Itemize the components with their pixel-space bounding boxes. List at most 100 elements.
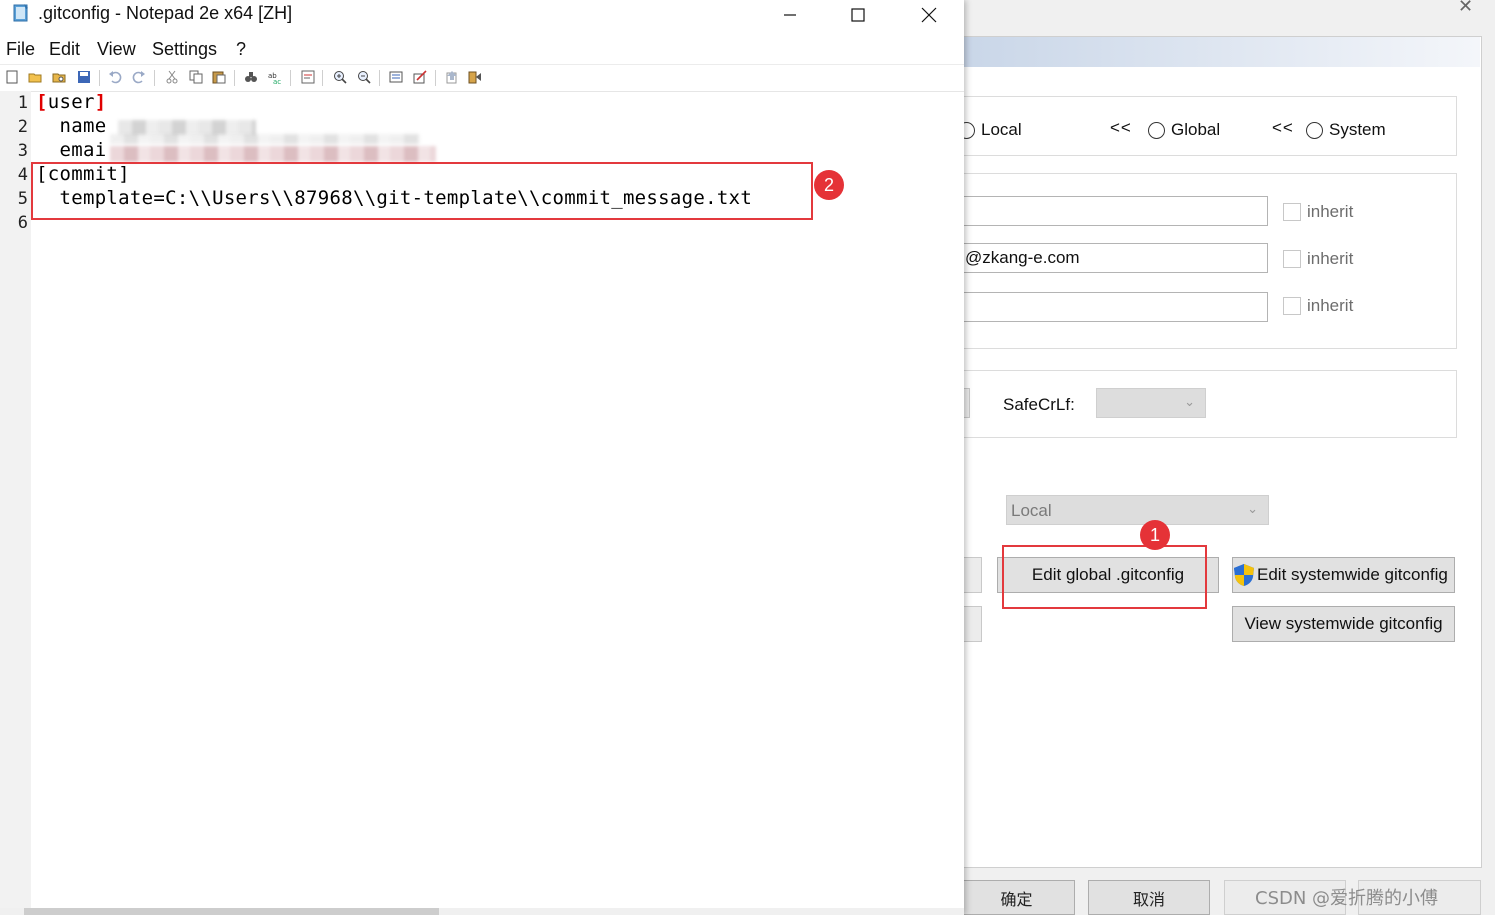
customize-scheme-icon[interactable] bbox=[413, 70, 427, 84]
email-field[interactable]: @zkang-e.com bbox=[962, 243, 1268, 273]
safecrlf-select[interactable]: ⌄ bbox=[1096, 388, 1206, 418]
line-number: 3 bbox=[17, 141, 28, 161]
config-source-select[interactable]: Local ⌄ bbox=[1006, 495, 1269, 525]
email-value: @zkang-e.com bbox=[965, 248, 1080, 267]
name-inherit-label: inherit bbox=[1307, 202, 1354, 221]
config-source-value: Local bbox=[1011, 501, 1052, 520]
name-field[interactable] bbox=[962, 196, 1268, 226]
email-inherit-box[interactable] bbox=[1283, 250, 1301, 268]
redacted-email-overlay bbox=[110, 134, 420, 144]
copy-icon[interactable] bbox=[189, 70, 203, 84]
word-wrap-icon[interactable] bbox=[301, 70, 315, 84]
annotation-box-2 bbox=[31, 162, 813, 220]
safecrlf-label: SafeCrLf: bbox=[1003, 395, 1075, 414]
toolbar-separator bbox=[322, 70, 323, 86]
replace-icon[interactable]: abac bbox=[268, 70, 282, 84]
find-icon[interactable] bbox=[244, 70, 258, 84]
scope-arrow-2: << bbox=[1272, 118, 1294, 137]
dialog-titlebar bbox=[960, 0, 1495, 24]
name-inherit-box[interactable] bbox=[1283, 203, 1301, 221]
code-line-1-text: user bbox=[47, 91, 95, 113]
radio-system-circle[interactable] bbox=[1306, 121, 1323, 139]
dialog-close-icon[interactable]: ✕ bbox=[1458, 0, 1473, 17]
close-button[interactable] bbox=[894, 0, 964, 30]
svg-text:ac: ac bbox=[273, 78, 281, 84]
radio-global[interactable]: Global bbox=[1148, 120, 1220, 140]
toolbar-separator bbox=[99, 70, 100, 86]
window-title: .gitconfig - Notepad 2e x64 [ZH] bbox=[38, 3, 293, 23]
toolbar: ab ac bbox=[0, 64, 964, 92]
signingkey-inherit-box[interactable] bbox=[1283, 297, 1301, 315]
settings-panel bbox=[960, 36, 1482, 868]
new-file-icon[interactable] bbox=[5, 70, 19, 84]
cancel-label: 取消 bbox=[1132, 889, 1165, 909]
close-icon bbox=[921, 7, 937, 23]
save-icon[interactable] bbox=[77, 70, 91, 84]
toolbar-separator bbox=[435, 70, 436, 86]
notepad-app-icon bbox=[13, 4, 28, 22]
view-local-button-edge[interactable] bbox=[962, 606, 982, 642]
notepad2-window: .gitconfig - Notepad 2e x64 [ZH] File Ed… bbox=[0, 0, 964, 915]
uac-shield-icon bbox=[1234, 564, 1254, 586]
edit-systemwide-gitconfig-button[interactable]: Edit systemwide gitconfig bbox=[1232, 557, 1455, 593]
annotation-box-1 bbox=[1002, 545, 1207, 609]
toolbar-separator bbox=[234, 70, 235, 86]
code-line-1[interactable]: [user] bbox=[36, 91, 106, 113]
exit-icon[interactable] bbox=[468, 70, 482, 84]
undo-icon[interactable] bbox=[108, 70, 122, 84]
view-system-label: View systemwide gitconfig bbox=[1244, 614, 1443, 633]
menu-file[interactable]: File bbox=[6, 39, 35, 60]
horizontal-scrollbar-thumb[interactable] bbox=[24, 908, 439, 915]
radio-system[interactable]: System bbox=[1306, 120, 1386, 140]
toolbar-separator bbox=[154, 70, 155, 86]
name-inherit-checkbox[interactable]: inherit bbox=[1283, 202, 1353, 222]
annotation-badge-1: 1 bbox=[1140, 520, 1170, 550]
menu-help[interactable]: ? bbox=[236, 39, 246, 60]
signingkey-inherit-checkbox[interactable]: inherit bbox=[1283, 296, 1353, 316]
chevron-down-icon: ⌄ bbox=[1247, 501, 1258, 516]
cut-icon[interactable] bbox=[165, 70, 179, 84]
cancel-button[interactable]: 取消 bbox=[1088, 880, 1210, 915]
line-number: 6 bbox=[17, 213, 28, 233]
radio-local[interactable]: Local bbox=[958, 120, 1022, 140]
bracket-match-open: [ bbox=[36, 91, 48, 113]
redacted-email bbox=[110, 146, 436, 162]
radio-global-label: Global bbox=[1171, 120, 1221, 139]
ok-label: 确定 bbox=[1000, 889, 1033, 909]
code-line-2[interactable]: name bbox=[36, 115, 106, 137]
always-on-top-icon[interactable] bbox=[445, 70, 459, 84]
scheme-icon[interactable] bbox=[389, 70, 403, 84]
open-folder-icon[interactable] bbox=[28, 70, 42, 84]
zoom-in-icon[interactable] bbox=[333, 70, 347, 84]
view-systemwide-gitconfig-button[interactable]: View systemwide gitconfig bbox=[1232, 606, 1455, 642]
redo-icon[interactable] bbox=[132, 70, 146, 84]
radio-local-label: Local bbox=[981, 120, 1022, 139]
ok-button[interactable]: 确定 bbox=[958, 880, 1075, 915]
zoom-out-icon[interactable] bbox=[357, 70, 371, 84]
minimize-icon bbox=[784, 14, 796, 16]
signingkey-inherit-label: inherit bbox=[1307, 296, 1354, 315]
menu-view[interactable]: View bbox=[97, 39, 136, 60]
menu-edit[interactable]: Edit bbox=[49, 39, 80, 60]
line-number: 2 bbox=[17, 117, 28, 137]
scope-arrow-1: << bbox=[1110, 118, 1132, 137]
annotation-badge-2: 2 bbox=[814, 170, 844, 200]
code-line-3[interactable]: emai bbox=[36, 139, 106, 161]
email-inherit-checkbox[interactable]: inherit bbox=[1283, 249, 1353, 269]
edit-local-button-edge[interactable] bbox=[962, 557, 982, 593]
bracket-match-close: ] bbox=[94, 91, 107, 113]
line-number: 5 bbox=[17, 189, 28, 209]
csdn-watermark: CSDN @爱折腾的小傅 bbox=[1255, 888, 1439, 909]
maximize-button[interactable] bbox=[823, 0, 893, 30]
paste-icon[interactable] bbox=[212, 70, 226, 84]
signingkey-field[interactable] bbox=[962, 292, 1268, 322]
radio-system-label: System bbox=[1329, 120, 1386, 139]
line-number: 1 bbox=[17, 93, 28, 113]
radio-global-circle[interactable] bbox=[1148, 121, 1165, 139]
minimize-button[interactable] bbox=[755, 0, 825, 30]
browse-icon[interactable] bbox=[52, 70, 66, 84]
edit-system-label: Edit systemwide gitconfig bbox=[1257, 565, 1448, 584]
menu-settings[interactable]: Settings bbox=[152, 39, 217, 60]
maximize-icon bbox=[851, 8, 865, 22]
menubar: File Edit View Settings ? bbox=[0, 36, 964, 64]
